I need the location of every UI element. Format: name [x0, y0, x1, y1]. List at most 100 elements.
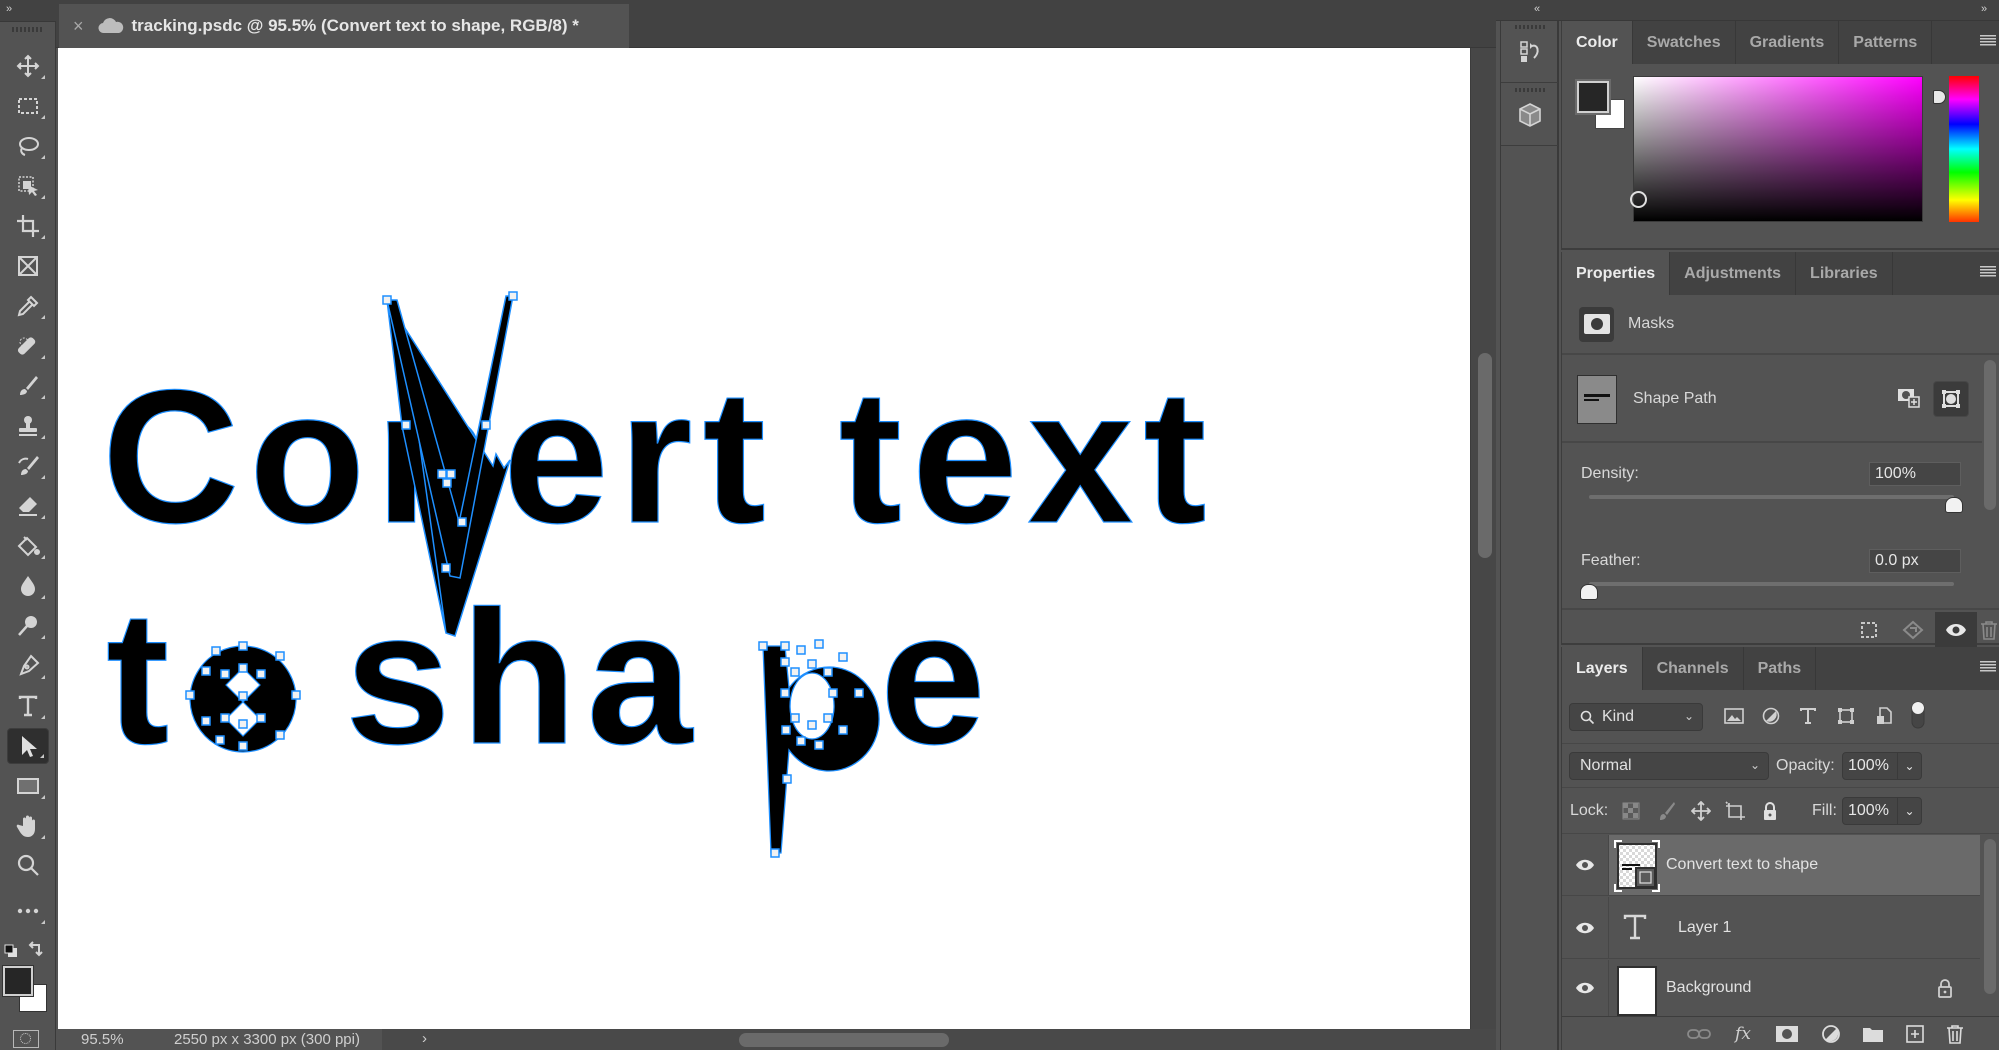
brush-tool[interactable] — [7, 368, 49, 404]
panel-menu-icon[interactable] — [1980, 661, 1996, 673]
anchor-point[interactable] — [828, 688, 838, 698]
path-selection-tool[interactable] — [7, 728, 49, 764]
anchor-point[interactable] — [437, 469, 447, 479]
delete-layer-button[interactable] — [1942, 1022, 1968, 1046]
lasso-tool[interactable] — [7, 128, 49, 164]
link-layers-button[interactable] — [1686, 1022, 1712, 1046]
opacity-input[interactable]: 100% ⌄ — [1842, 752, 1922, 780]
lock-artboard-button[interactable] — [1725, 800, 1747, 822]
document-canvas[interactable]: .glyph { font-family: "Liberation Sans",… — [58, 48, 1470, 1029]
anchor-point[interactable] — [220, 669, 230, 679]
anchor-point[interactable] — [238, 691, 248, 701]
anchor-point[interactable] — [256, 669, 266, 679]
anchor-point[interactable] — [211, 646, 221, 656]
anchor-point[interactable] — [770, 848, 780, 858]
add-mask-button[interactable] — [1774, 1022, 1800, 1046]
anchor-point[interactable] — [238, 741, 248, 751]
anchor-point[interactable] — [807, 720, 817, 730]
tab-libraries[interactable]: Libraries — [1796, 252, 1893, 295]
clone-stamp-tool[interactable] — [7, 408, 49, 444]
anchor-point[interactable] — [758, 641, 768, 651]
anchor-point[interactable] — [457, 517, 467, 527]
tab-paths[interactable]: Paths — [1744, 647, 1817, 690]
saturation-brightness-field[interactable] — [1630, 76, 1923, 222]
properties-scrollbar[interactable] — [1984, 360, 1996, 510]
anchor-point[interactable] — [780, 657, 790, 667]
tab-swatches[interactable]: Swatches — [1633, 21, 1736, 64]
anchor-point[interactable] — [275, 730, 285, 740]
history-panel-button[interactable] — [1501, 21, 1558, 83]
load-selection-button[interactable] — [1848, 612, 1890, 647]
collapse-panels-button[interactable]: » — [1981, 3, 1987, 15]
text-layer-thumbnail[interactable] — [1622, 913, 1652, 943]
blur-tool[interactable] — [7, 568, 49, 604]
anchor-point[interactable] — [823, 667, 833, 677]
foreground-color-swatch[interactable] — [2, 965, 34, 997]
healing-brush-tool[interactable] — [7, 328, 49, 364]
anchor-point[interactable] — [814, 639, 824, 649]
layer-row[interactable]: Convert text to shape — [1562, 835, 1980, 896]
shape-filter-button[interactable] — [1834, 704, 1858, 728]
delete-mask-button[interactable] — [1979, 612, 1999, 647]
anchor-point[interactable] — [796, 645, 806, 655]
tab-color[interactable]: Color — [1562, 21, 1633, 64]
anchor-point[interactable] — [838, 652, 848, 662]
feather-slider-track[interactable] — [1589, 582, 1954, 586]
anchor-point[interactable] — [291, 690, 301, 700]
add-layer-style-button[interactable]: fx — [1730, 1022, 1756, 1046]
lock-all-button[interactable] — [1759, 800, 1781, 822]
hand-tool[interactable] — [7, 808, 49, 844]
anchor-point[interactable] — [238, 663, 248, 673]
blend-mode-select[interactable]: Normal ⌄ — [1569, 752, 1769, 780]
new-adjustment-layer-button[interactable] — [1818, 1022, 1844, 1046]
density-input[interactable]: 100% — [1869, 462, 1961, 486]
tab-adjustments[interactable]: Adjustments — [1670, 252, 1797, 295]
anchor-point[interactable] — [215, 735, 225, 745]
adjustment-filter-button[interactable] — [1759, 704, 1783, 728]
anchor-point[interactable] — [481, 420, 491, 430]
3d-panel-button[interactable] — [1501, 84, 1558, 146]
add-vector-mask-button[interactable] — [1895, 384, 1923, 412]
panel-menu-icon[interactable] — [1980, 35, 1996, 47]
paint-bucket-tool[interactable] — [7, 528, 49, 564]
anchor-point[interactable] — [275, 651, 285, 661]
type-tool[interactable] — [7, 688, 49, 724]
density-slider-track[interactable] — [1589, 495, 1954, 499]
filter-toggle-switch[interactable] — [1906, 700, 1930, 730]
tab-properties[interactable]: Properties — [1562, 252, 1671, 295]
layer-visibility-toggle[interactable] — [1562, 897, 1609, 958]
edit-toolbar-button[interactable] — [7, 893, 49, 929]
collapse-icon-strip-button[interactable]: « — [1534, 3, 1540, 15]
swap-colors-button[interactable] — [28, 941, 44, 959]
anchor-point[interactable] — [201, 716, 211, 726]
anchor-point[interactable] — [185, 690, 195, 700]
opacity-dropdown-button[interactable]: ⌄ — [1897, 753, 1921, 779]
eraser-tool[interactable] — [7, 488, 49, 524]
layer-name[interactable]: Background — [1666, 979, 1751, 997]
layers-scrollbar[interactable] — [1984, 839, 1996, 994]
anchor-point[interactable] — [382, 295, 392, 305]
zoom-level-field[interactable]: 95.5% — [56, 1029, 154, 1050]
pixel-filter-button[interactable] — [1722, 704, 1746, 728]
anchor-point[interactable] — [807, 659, 817, 669]
pen-tool[interactable] — [7, 648, 49, 684]
layer-row[interactable]: Background — [1562, 960, 1980, 1016]
anchor-point[interactable] — [446, 469, 456, 479]
horizontal-scrollbar-thumb[interactable] — [739, 1033, 949, 1047]
feather-input[interactable]: 0.0 px — [1869, 549, 1961, 573]
anchor-point[interactable] — [201, 666, 211, 676]
move-tool[interactable] — [7, 48, 49, 84]
apply-mask-button[interactable] — [1892, 612, 1934, 647]
quick-mask-button[interactable] — [13, 1030, 39, 1048]
hue-slider-pointer[interactable] — [1933, 90, 1946, 104]
color-picker-cursor[interactable] — [1630, 191, 1647, 208]
foreground-color-swatch[interactable] — [1575, 79, 1611, 115]
anchor-point[interactable] — [796, 736, 806, 746]
filter-kind-select[interactable]: Kind ⌄ — [1569, 703, 1703, 731]
anchor-point[interactable] — [441, 563, 451, 573]
rectangle-tool[interactable] — [7, 768, 49, 804]
close-tab-button[interactable]: × — [73, 16, 84, 37]
anchor-point[interactable] — [854, 688, 864, 698]
anchor-point[interactable] — [238, 719, 248, 729]
feather-slider-thumb[interactable] — [1580, 584, 1598, 600]
